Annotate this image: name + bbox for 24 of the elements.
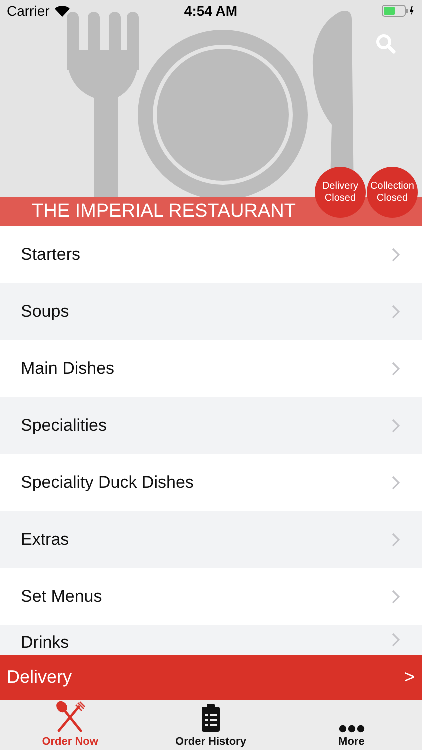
category-row[interactable]: Extras: [0, 511, 422, 568]
restaurant-name: THE IMPERIAL RESTAURANT: [32, 200, 296, 222]
chevron-icon: [392, 304, 400, 318]
chevron-icon: [392, 476, 400, 490]
chevron-icon: [392, 248, 400, 262]
tab-item[interactable]: Order History: [140, 700, 282, 750]
clock-time: 4:54 AM: [184, 3, 238, 19]
chevron-icon: [392, 362, 400, 376]
chevron-icon: [392, 418, 400, 432]
clipboard-icon: [201, 703, 221, 733]
category-row[interactable]: Specialities: [0, 397, 422, 454]
chevron-icon: [392, 590, 400, 604]
carrier-name: Carrier: [7, 3, 50, 19]
tab-item[interactable]: More: [281, 700, 422, 750]
search-icon[interactable]: [375, 33, 397, 55]
tab-item[interactable]: Order Now: [0, 700, 141, 750]
category-row[interactable]: Soups: [0, 283, 422, 340]
more-icon: [338, 725, 365, 733]
battery-icon: [382, 5, 415, 17]
chevron-icon: [392, 633, 400, 647]
chevron-icon: [392, 532, 400, 546]
category-row[interactable]: Drinks: [0, 625, 422, 655]
delivery-bar[interactable]: Delivery >: [0, 655, 422, 700]
wifi-icon: [54, 6, 70, 16]
